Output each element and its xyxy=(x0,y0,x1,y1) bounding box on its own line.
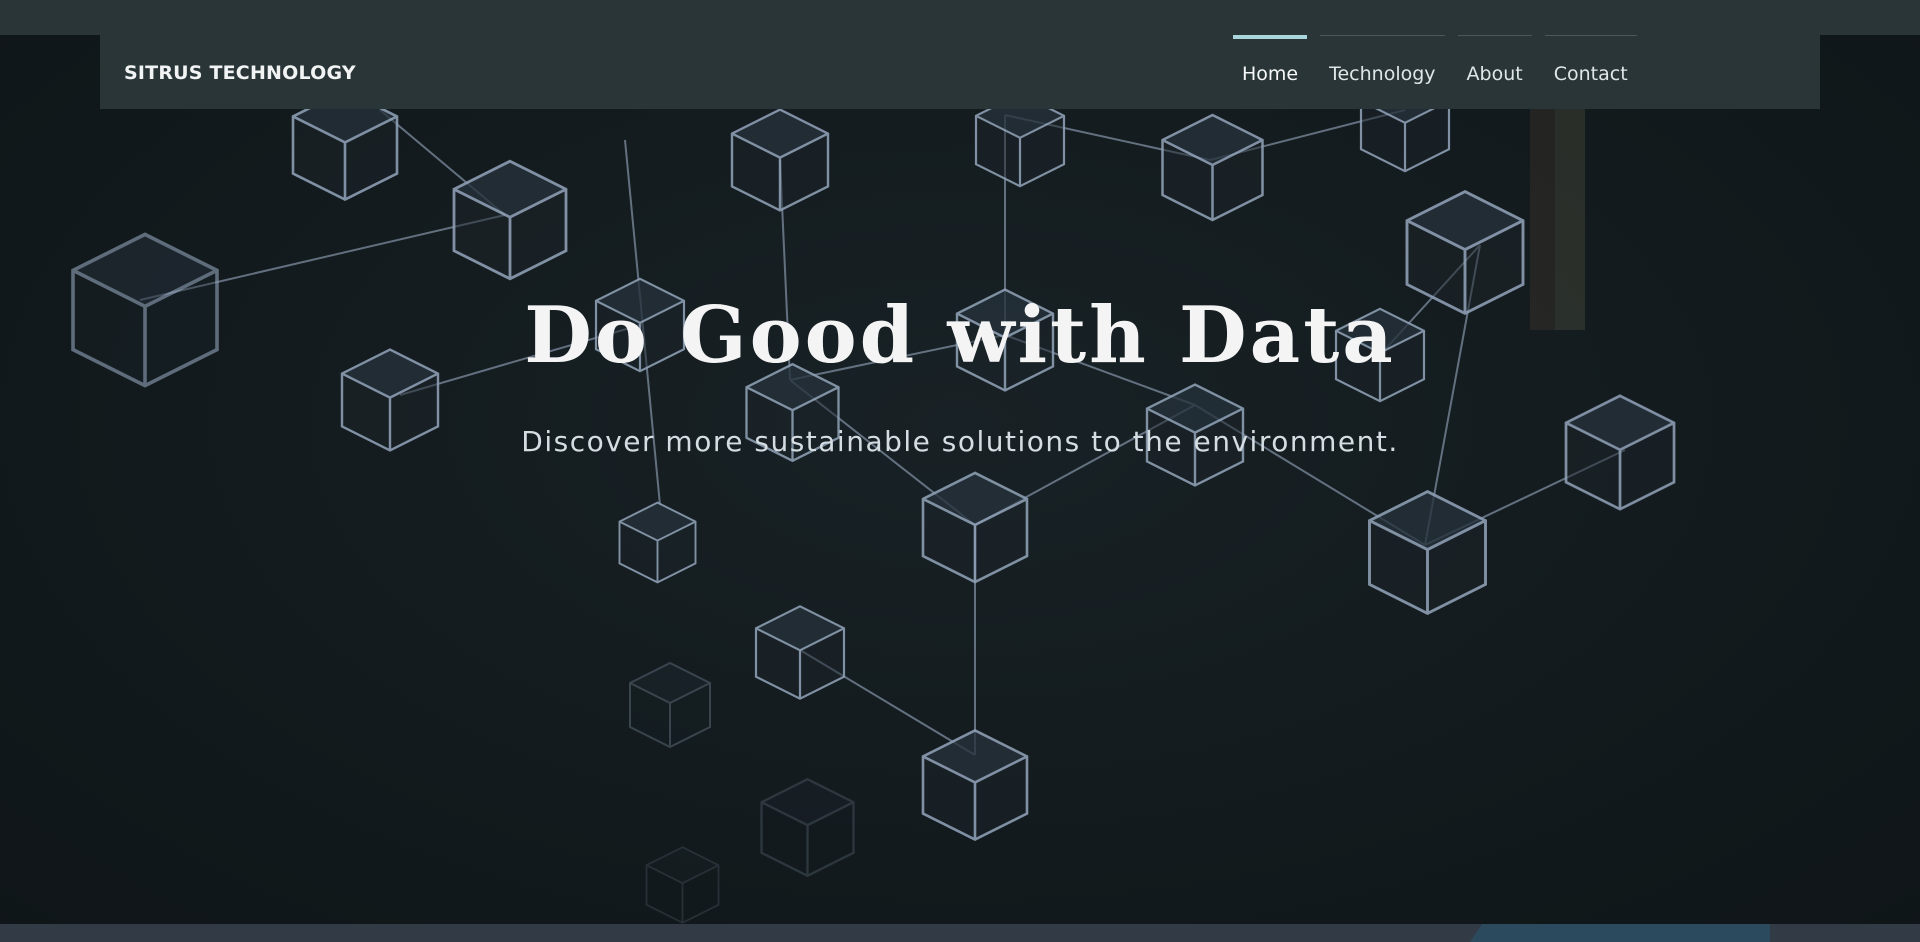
site-logo[interactable]: SITRUS TECHNOLOGY xyxy=(124,62,356,84)
main-nav: Home Technology About Contact xyxy=(1233,35,1650,109)
nav-technology[interactable]: Technology xyxy=(1320,35,1445,109)
hero-title: Do Good with Data xyxy=(524,290,1396,381)
page: SITRUS TECHNOLOGY Home Technology About … xyxy=(0,0,1920,942)
nav-contact[interactable]: Contact xyxy=(1544,35,1637,109)
next-section-accent xyxy=(1470,924,1770,942)
nav-home[interactable]: Home xyxy=(1233,35,1308,109)
hero-subtitle: Discover more sustainable solutions to t… xyxy=(521,425,1399,458)
nav-about[interactable]: About xyxy=(1457,35,1532,109)
cube-network-icon xyxy=(71,77,1676,924)
site-header: SITRUS TECHNOLOGY Home Technology About … xyxy=(100,35,1820,109)
